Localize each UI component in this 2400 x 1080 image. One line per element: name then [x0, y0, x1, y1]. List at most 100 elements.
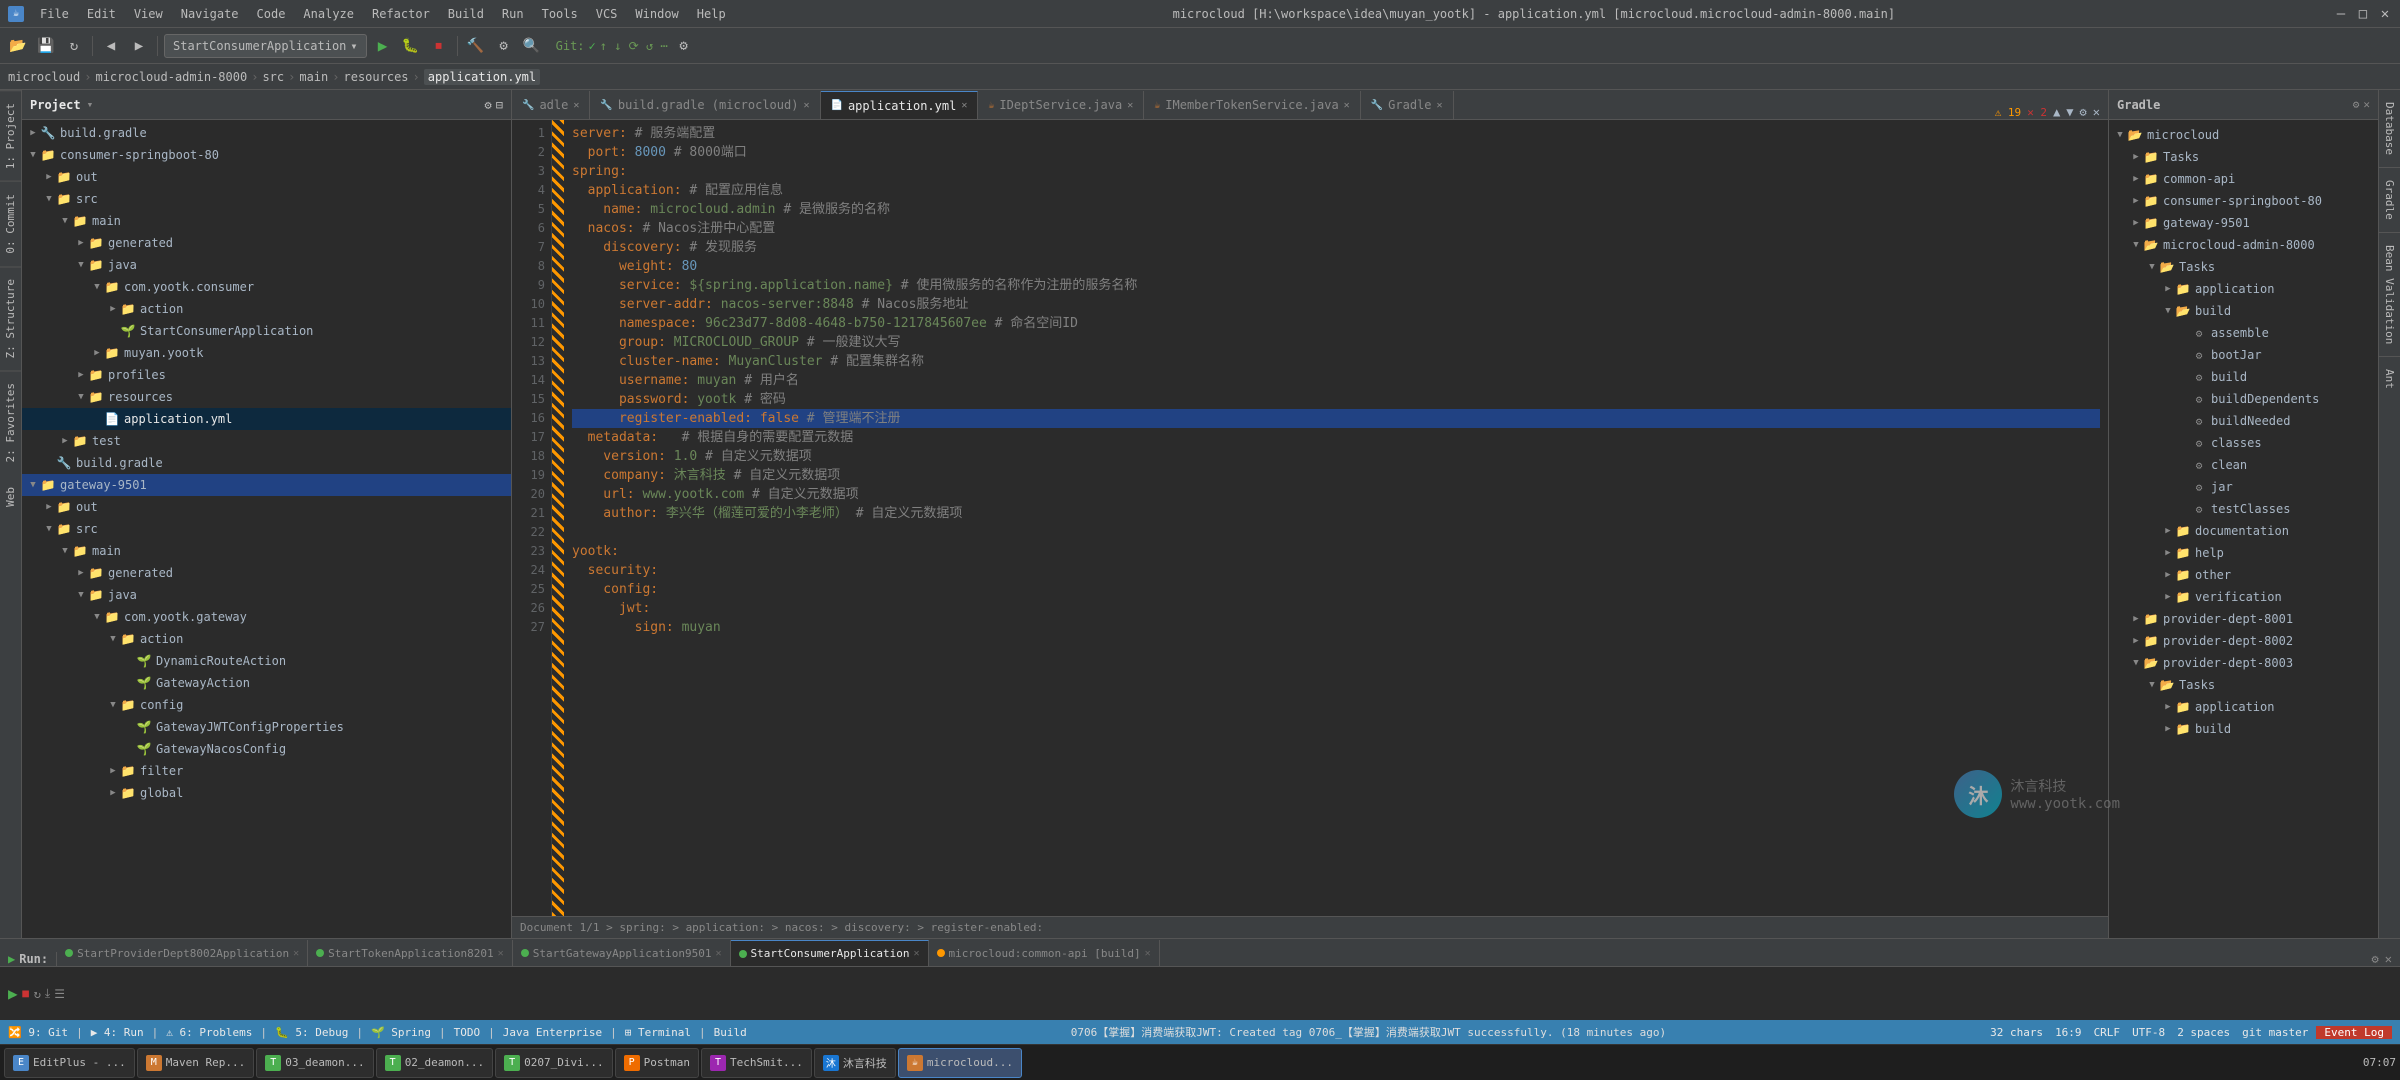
project-side-tab[interactable]: 1: Project	[0, 90, 21, 181]
gradle-tree-item[interactable]: ▶📁build	[2109, 718, 2378, 740]
tab-close-button[interactable]: ✕	[1437, 100, 1443, 111]
tab-close-button[interactable]: ✕	[961, 100, 967, 111]
taskbar-03[interactable]: T 03_deamon...	[256, 1048, 373, 1078]
run-tab-close[interactable]: ✕	[716, 948, 722, 959]
run-restart-button[interactable]: ↻	[34, 987, 41, 1001]
run-tab-provider8002[interactable]: StartProviderDept8002Application ✕	[57, 940, 308, 966]
database-side-tab[interactable]: Database	[2379, 90, 2400, 168]
taskbar-0207[interactable]: T 0207_Divi...	[495, 1048, 612, 1078]
tree-item-dynamic-route[interactable]: 🌱 DynamicRouteAction	[22, 650, 511, 672]
maximize-button[interactable]: □	[2356, 7, 2370, 21]
gradle-tree-item[interactable]: ⚙classes	[2109, 432, 2378, 454]
vcs-settings-button[interactable]: ⚙	[672, 34, 696, 58]
spring-status-item[interactable]: 🌱 Spring	[371, 1026, 431, 1039]
web-side-tab[interactable]: Web	[0, 475, 21, 519]
tree-item-application-yml[interactable]: 📄 application.yml	[22, 408, 511, 430]
tree-item-out[interactable]: ▶ 📁 out	[22, 166, 511, 188]
settings-icon[interactable]: ⚙	[2080, 105, 2087, 119]
tree-item-config[interactable]: ▼ 📁 config	[22, 694, 511, 716]
tab-imember[interactable]: ☕ IMemberTokenService.java ✕	[1144, 91, 1360, 119]
breadcrumb-item-module[interactable]: microcloud-admin-8000	[95, 70, 247, 84]
tree-item-nacos-config[interactable]: 🌱 GatewayNacosConfig	[22, 738, 511, 760]
run-play-button[interactable]: ▶	[8, 984, 18, 1003]
gradle-tree-item[interactable]: ▶📁verification	[2109, 586, 2378, 608]
run-tab-token8201[interactable]: StartTokenApplication8201 ✕	[308, 940, 513, 966]
tree-item-resources[interactable]: ▼ 📁 resources	[22, 386, 511, 408]
encoding[interactable]: UTF-8	[2132, 1026, 2165, 1039]
menu-tools[interactable]: Tools	[534, 5, 586, 23]
menu-analyze[interactable]: Analyze	[295, 5, 362, 23]
run-close-icon[interactable]: ✕	[2385, 952, 2392, 966]
taskbar-postman[interactable]: P Postman	[615, 1048, 699, 1078]
code-content[interactable]: server: # 服务端配置 port: 8000 # 8000端口sprin…	[564, 120, 2108, 916]
structure-side-tab[interactable]: Z: Structure	[0, 266, 21, 370]
tree-item-gateway-action[interactable]: ▼ 📁 action	[22, 628, 511, 650]
chars-count[interactable]: 32 chars	[1990, 1026, 2043, 1039]
todo-status-item[interactable]: TODO	[454, 1026, 481, 1039]
problems-status-item[interactable]: ⚠ 6: Problems	[166, 1026, 252, 1039]
java-enterprise-item[interactable]: Java Enterprise	[503, 1026, 602, 1039]
gradle-tree-item[interactable]: ▼📂microcloud	[2109, 124, 2378, 146]
close-panel-icon[interactable]: ✕	[2093, 105, 2100, 119]
gradle-tree-item[interactable]: ⚙buildDependents	[2109, 388, 2378, 410]
gradle-tree-item[interactable]: ▶📁provider-dept-8001	[2109, 608, 2378, 630]
run-status-item[interactable]: ▶ 4: Run	[91, 1026, 144, 1039]
run-tab-close[interactable]: ✕	[498, 948, 504, 959]
run-tab-gateway9501[interactable]: StartGatewayApplication9501 ✕	[513, 940, 731, 966]
favorites-side-tab[interactable]: 2: Favorites	[0, 370, 21, 474]
menu-refactor[interactable]: Refactor	[364, 5, 438, 23]
tree-item-gateway-generated[interactable]: ▶ 📁 generated	[22, 562, 511, 584]
run-config-dropdown[interactable]: StartConsumerApplication ▾	[164, 34, 367, 58]
run-tab-common-build[interactable]: microcloud:common-api [build] ✕	[929, 940, 1160, 966]
gradle-tree-item[interactable]: ▶📁application	[2109, 696, 2378, 718]
search-button[interactable]: 🔍	[520, 34, 544, 58]
gradle-tree-item[interactable]: ⚙jar	[2109, 476, 2378, 498]
tree-item-src[interactable]: ▼ 📁 src	[22, 188, 511, 210]
tree-item-main[interactable]: ▼ 📁 main	[22, 210, 511, 232]
gradle-tree-item[interactable]: ▼📂Tasks	[2109, 256, 2378, 278]
tree-item-profiles[interactable]: ▶ 📁 profiles	[22, 364, 511, 386]
indent[interactable]: 2 spaces	[2177, 1026, 2230, 1039]
gradle-tree-item[interactable]: ▶📁provider-dept-8002	[2109, 630, 2378, 652]
gradle-tree-item[interactable]: ▼📂microcloud-admin-8000	[2109, 234, 2378, 256]
gradle-tree-item[interactable]: ▼📂build	[2109, 300, 2378, 322]
run-filter-button[interactable]: ☰	[54, 987, 65, 1001]
tree-item-start-consumer[interactable]: 🌱 StartConsumerApplication	[22, 320, 511, 342]
taskbar-maven[interactable]: M Maven Rep...	[137, 1048, 254, 1078]
gradle-tree-item[interactable]: ⚙build	[2109, 366, 2378, 388]
breadcrumb-item-src[interactable]: src	[262, 70, 284, 84]
tree-item-java[interactable]: ▼ 📁 java	[22, 254, 511, 276]
save-button[interactable]: 💾	[34, 34, 58, 58]
debug-button[interactable]: 🐛	[399, 34, 423, 58]
tree-item-com-yootk-consumer[interactable]: ▼ 📁 com.yootk.consumer	[22, 276, 511, 298]
debug-status-item[interactable]: 🐛 5: Debug	[275, 1026, 348, 1039]
gradle-tree-item[interactable]: ⚙assemble	[2109, 322, 2378, 344]
tab-close-button[interactable]: ✕	[803, 100, 809, 111]
tab-close-button[interactable]: ✕	[1127, 100, 1133, 111]
taskbar-muyan[interactable]: 沐 沐言科技	[814, 1048, 896, 1078]
menu-navigate[interactable]: Navigate	[173, 5, 247, 23]
run-settings-icon[interactable]: ⚙	[2372, 952, 2379, 966]
tab-idept[interactable]: ☕ IDeptService.java ✕	[978, 91, 1144, 119]
open-file-button[interactable]: 📂	[6, 34, 30, 58]
gear-icon[interactable]: ⚙	[485, 98, 492, 112]
gradle-close-icon[interactable]: ✕	[2363, 98, 2370, 111]
gradle-tree-item[interactable]: ▶📁other	[2109, 564, 2378, 586]
breadcrumb-item-microcloud[interactable]: microcloud	[8, 70, 80, 84]
gradle-tree-item[interactable]: ⚙bootJar	[2109, 344, 2378, 366]
gradle-tree-item[interactable]: ⚙testClasses	[2109, 498, 2378, 520]
gradle-tree-item[interactable]: ▶📁help	[2109, 542, 2378, 564]
menu-window[interactable]: Window	[627, 5, 686, 23]
tree-item-jwt-config[interactable]: 🌱 GatewayJWTConfigProperties	[22, 716, 511, 738]
tree-item-gateway-java[interactable]: ▼ 📁 java	[22, 584, 511, 606]
forward-button[interactable]: ▶	[127, 34, 151, 58]
tree-item-muyan-yootk[interactable]: ▶ 📁 muyan.yootk	[22, 342, 511, 364]
back-button[interactable]: ◀	[99, 34, 123, 58]
tree-item-gateway-out[interactable]: ▶ 📁 out	[22, 496, 511, 518]
breadcrumb-item-main[interactable]: main	[299, 70, 328, 84]
tab-adle[interactable]: 🔧 adle ✕	[512, 91, 590, 119]
commit-side-tab[interactable]: 0: Commit	[0, 181, 21, 266]
gradle-tree-item[interactable]: ⚙clean	[2109, 454, 2378, 476]
gradle-settings-icon[interactable]: ⚙	[2353, 98, 2360, 111]
run-tab-close[interactable]: ✕	[914, 948, 920, 959]
